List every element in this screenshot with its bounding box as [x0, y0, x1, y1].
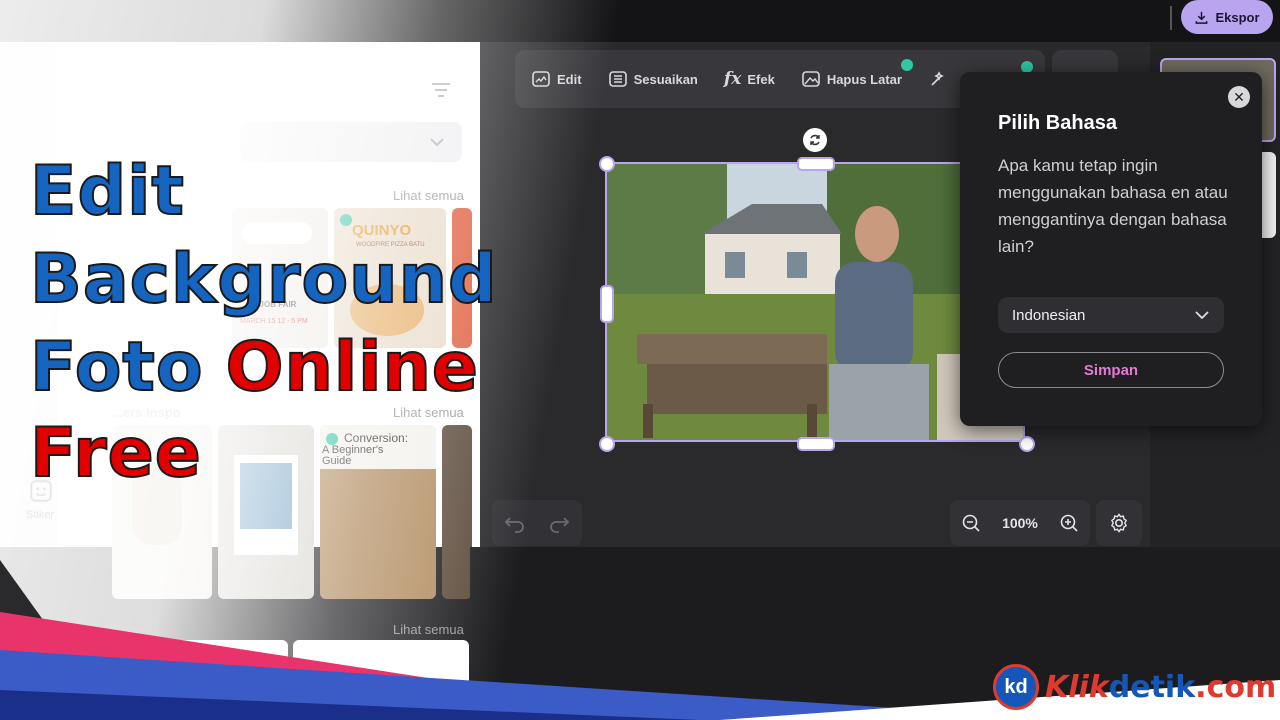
brand-watermark: kd Klikdetik.com — [993, 662, 1276, 712]
brand-logo-icon: kd — [993, 664, 1039, 710]
brand-part-1: Klik — [1045, 669, 1109, 705]
brand-name: Klikdetik.com — [1045, 670, 1276, 705]
headline-line-1: Edit — [29, 152, 185, 231]
headline-line-3a: Foto — [29, 328, 204, 407]
brand-logo-text: kd — [1004, 675, 1028, 698]
brand-part-2: detik — [1108, 669, 1196, 705]
brand-part-3: .com — [1195, 669, 1277, 705]
headline-line-3b: Online — [225, 328, 480, 407]
headline-line-3: Foto Online — [29, 328, 480, 407]
headline-line-2: Background — [29, 240, 498, 319]
headline-line-4: Free — [29, 414, 202, 493]
